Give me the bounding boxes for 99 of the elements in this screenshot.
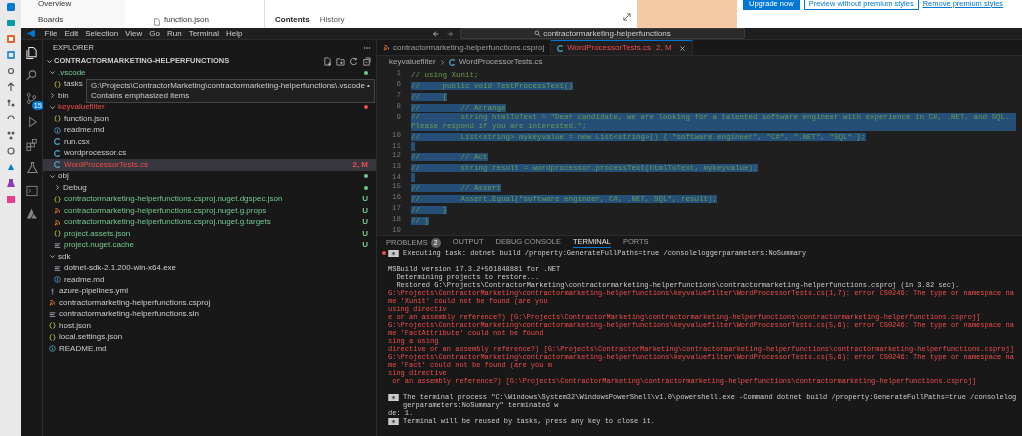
search-icon bbox=[534, 30, 542, 37]
file-name[interactable]: local.settings.json bbox=[59, 332, 123, 343]
menu-item[interactable]: Run bbox=[163, 28, 186, 39]
flask-icon[interactable] bbox=[5, 178, 16, 188]
file-name[interactable]: contractormarketing-helperfunctions.csproj.nuget.dgspec.json bbox=[64, 194, 283, 205]
rss-icon bbox=[49, 299, 56, 307]
circle-icon[interactable] bbox=[5, 146, 16, 156]
new-file-icon[interactable] bbox=[323, 56, 332, 66]
search-text: contractormarketing-helperfunctions bbox=[543, 29, 671, 38]
git-status: 2, M bbox=[352, 159, 368, 170]
lines-icon bbox=[54, 264, 61, 272]
git-status: U bbox=[362, 194, 368, 205]
rss-icon bbox=[383, 44, 390, 51]
commit-icon[interactable] bbox=[5, 66, 16, 76]
c-file-icon bbox=[448, 58, 456, 66]
collapse-all-icon[interactable] bbox=[362, 56, 371, 66]
tab-label: WordProcessorTests.cs bbox=[567, 42, 652, 54]
braces-icon bbox=[54, 80, 61, 88]
file-name[interactable]: obj bbox=[58, 171, 69, 182]
braces-icon bbox=[54, 195, 61, 203]
file-name[interactable]: Debug bbox=[63, 182, 87, 193]
file-icon bbox=[153, 18, 161, 26]
file-name[interactable]: contractormarketing-helperfunctions.csproj bbox=[59, 297, 211, 308]
breadcrumb-item[interactable]: keyvaluefilter bbox=[389, 56, 436, 68]
push-icon[interactable] bbox=[5, 82, 16, 92]
square-icon[interactable] bbox=[5, 2, 16, 12]
task-icon bbox=[388, 250, 399, 257]
file-name[interactable]: function.json bbox=[64, 113, 109, 124]
task-icon bbox=[388, 418, 399, 425]
search-field[interactable]: contractormarketing-helperfunctions bbox=[460, 28, 745, 39]
git-status: 2, M bbox=[656, 42, 672, 54]
file-name[interactable]: host.json bbox=[59, 320, 92, 331]
lines-icon bbox=[54, 241, 61, 249]
nav-item[interactable]: Overview bbox=[38, 0, 125, 9]
file-name[interactable]: contractormarketing-helperfunctions.csproj.nuget.g.props bbox=[64, 205, 267, 216]
editor-tab[interactable]: WordProcessorTests.cs 2, M bbox=[551, 40, 693, 55]
file-name[interactable]: README.md bbox=[59, 343, 107, 354]
braces-icon bbox=[49, 333, 56, 341]
forward-arrow-icon[interactable] bbox=[446, 29, 454, 38]
back-arrow-icon[interactable] bbox=[432, 29, 440, 38]
file-name[interactable]: dotnet-sdk-2.1.200-win-x64.exe bbox=[64, 263, 177, 274]
menu-item[interactable]: Go bbox=[145, 28, 164, 39]
git-status: U bbox=[362, 217, 368, 228]
info-icon bbox=[54, 126, 61, 134]
tooltip-text: G:\Projects\ContractorMarketing\contractormarketing-helperfunctions\.vscode • bbox=[91, 81, 370, 91]
task-icon bbox=[388, 394, 399, 401]
file-name[interactable]: sdk bbox=[58, 251, 71, 262]
info-icon bbox=[54, 276, 61, 284]
terminal-icon[interactable] bbox=[25, 184, 38, 197]
menu-item[interactable]: View bbox=[121, 28, 146, 39]
tab-label: contractormarketing-helperfunctions.csproj bbox=[393, 41, 545, 54]
expand-icon[interactable] bbox=[623, 13, 631, 21]
file-name[interactable]: bin bbox=[58, 90, 69, 101]
file-name[interactable]: project.nuget.cache bbox=[64, 240, 134, 251]
file-name[interactable]: .vscode bbox=[58, 67, 86, 78]
file-name[interactable]: run.csx bbox=[64, 136, 90, 147]
refresh-icon[interactable] bbox=[349, 56, 358, 66]
logo-icon bbox=[27, 29, 36, 38]
rss-icon bbox=[54, 218, 61, 226]
chevron-down-icon bbox=[46, 57, 53, 65]
file-name[interactable]: tasks bbox=[64, 79, 83, 90]
c-file-icon bbox=[557, 44, 565, 52]
project-avatar-icon[interactable] bbox=[5, 34, 16, 44]
file-name[interactable]: azure-pipelines.yml bbox=[59, 286, 128, 297]
file-name[interactable]: project.assets.json bbox=[64, 228, 131, 239]
nav-item[interactable]: Boards bbox=[38, 15, 125, 25]
chevron-right-icon bbox=[438, 58, 446, 66]
tooltip-text: Contains emphasized items bbox=[91, 91, 191, 101]
rss-icon bbox=[54, 207, 61, 215]
search-icon[interactable] bbox=[25, 69, 38, 82]
git-status: U bbox=[362, 205, 368, 216]
menu-item[interactable]: Selection bbox=[81, 28, 122, 39]
menu-item[interactable]: File bbox=[41, 28, 61, 39]
file-name[interactable]: contractormarketing-helperfunctions.csproj.nuget.g.targets bbox=[64, 217, 271, 228]
menu-item[interactable]: Help bbox=[222, 28, 246, 39]
info-icon bbox=[49, 345, 56, 353]
braces-icon bbox=[54, 230, 61, 238]
file-name[interactable]: contractormarketing-helperfunctions.sln bbox=[59, 309, 200, 320]
flask-icon[interactable] bbox=[25, 161, 38, 174]
file-name[interactable]: readme.md bbox=[64, 125, 105, 136]
file-name[interactable]: wordprocessor.cs bbox=[64, 148, 127, 159]
tab[interactable]: Contents bbox=[275, 14, 310, 26]
braces-icon bbox=[49, 322, 56, 330]
file-name[interactable]: keyvaluefilter bbox=[58, 102, 105, 113]
git-status: U bbox=[362, 240, 368, 251]
lines-icon bbox=[49, 310, 56, 318]
tab[interactable]: History bbox=[319, 14, 345, 26]
file-name[interactable]: readme.md bbox=[64, 274, 105, 285]
files-icon[interactable] bbox=[25, 46, 38, 59]
blocks-icon[interactable] bbox=[25, 138, 38, 151]
file-link[interactable]: function.json bbox=[164, 14, 209, 26]
menu-item[interactable]: Terminal bbox=[185, 28, 223, 39]
breadcrumb-item[interactable]: WordProcessorTests.cs bbox=[458, 56, 543, 68]
new-folder-icon[interactable] bbox=[336, 56, 345, 66]
close-icon[interactable] bbox=[678, 44, 686, 52]
menu-item[interactable]: Edit bbox=[60, 28, 82, 39]
triangle-logo-icon[interactable] bbox=[25, 207, 38, 220]
git-status: U bbox=[362, 228, 368, 239]
braces-icon bbox=[54, 115, 61, 123]
